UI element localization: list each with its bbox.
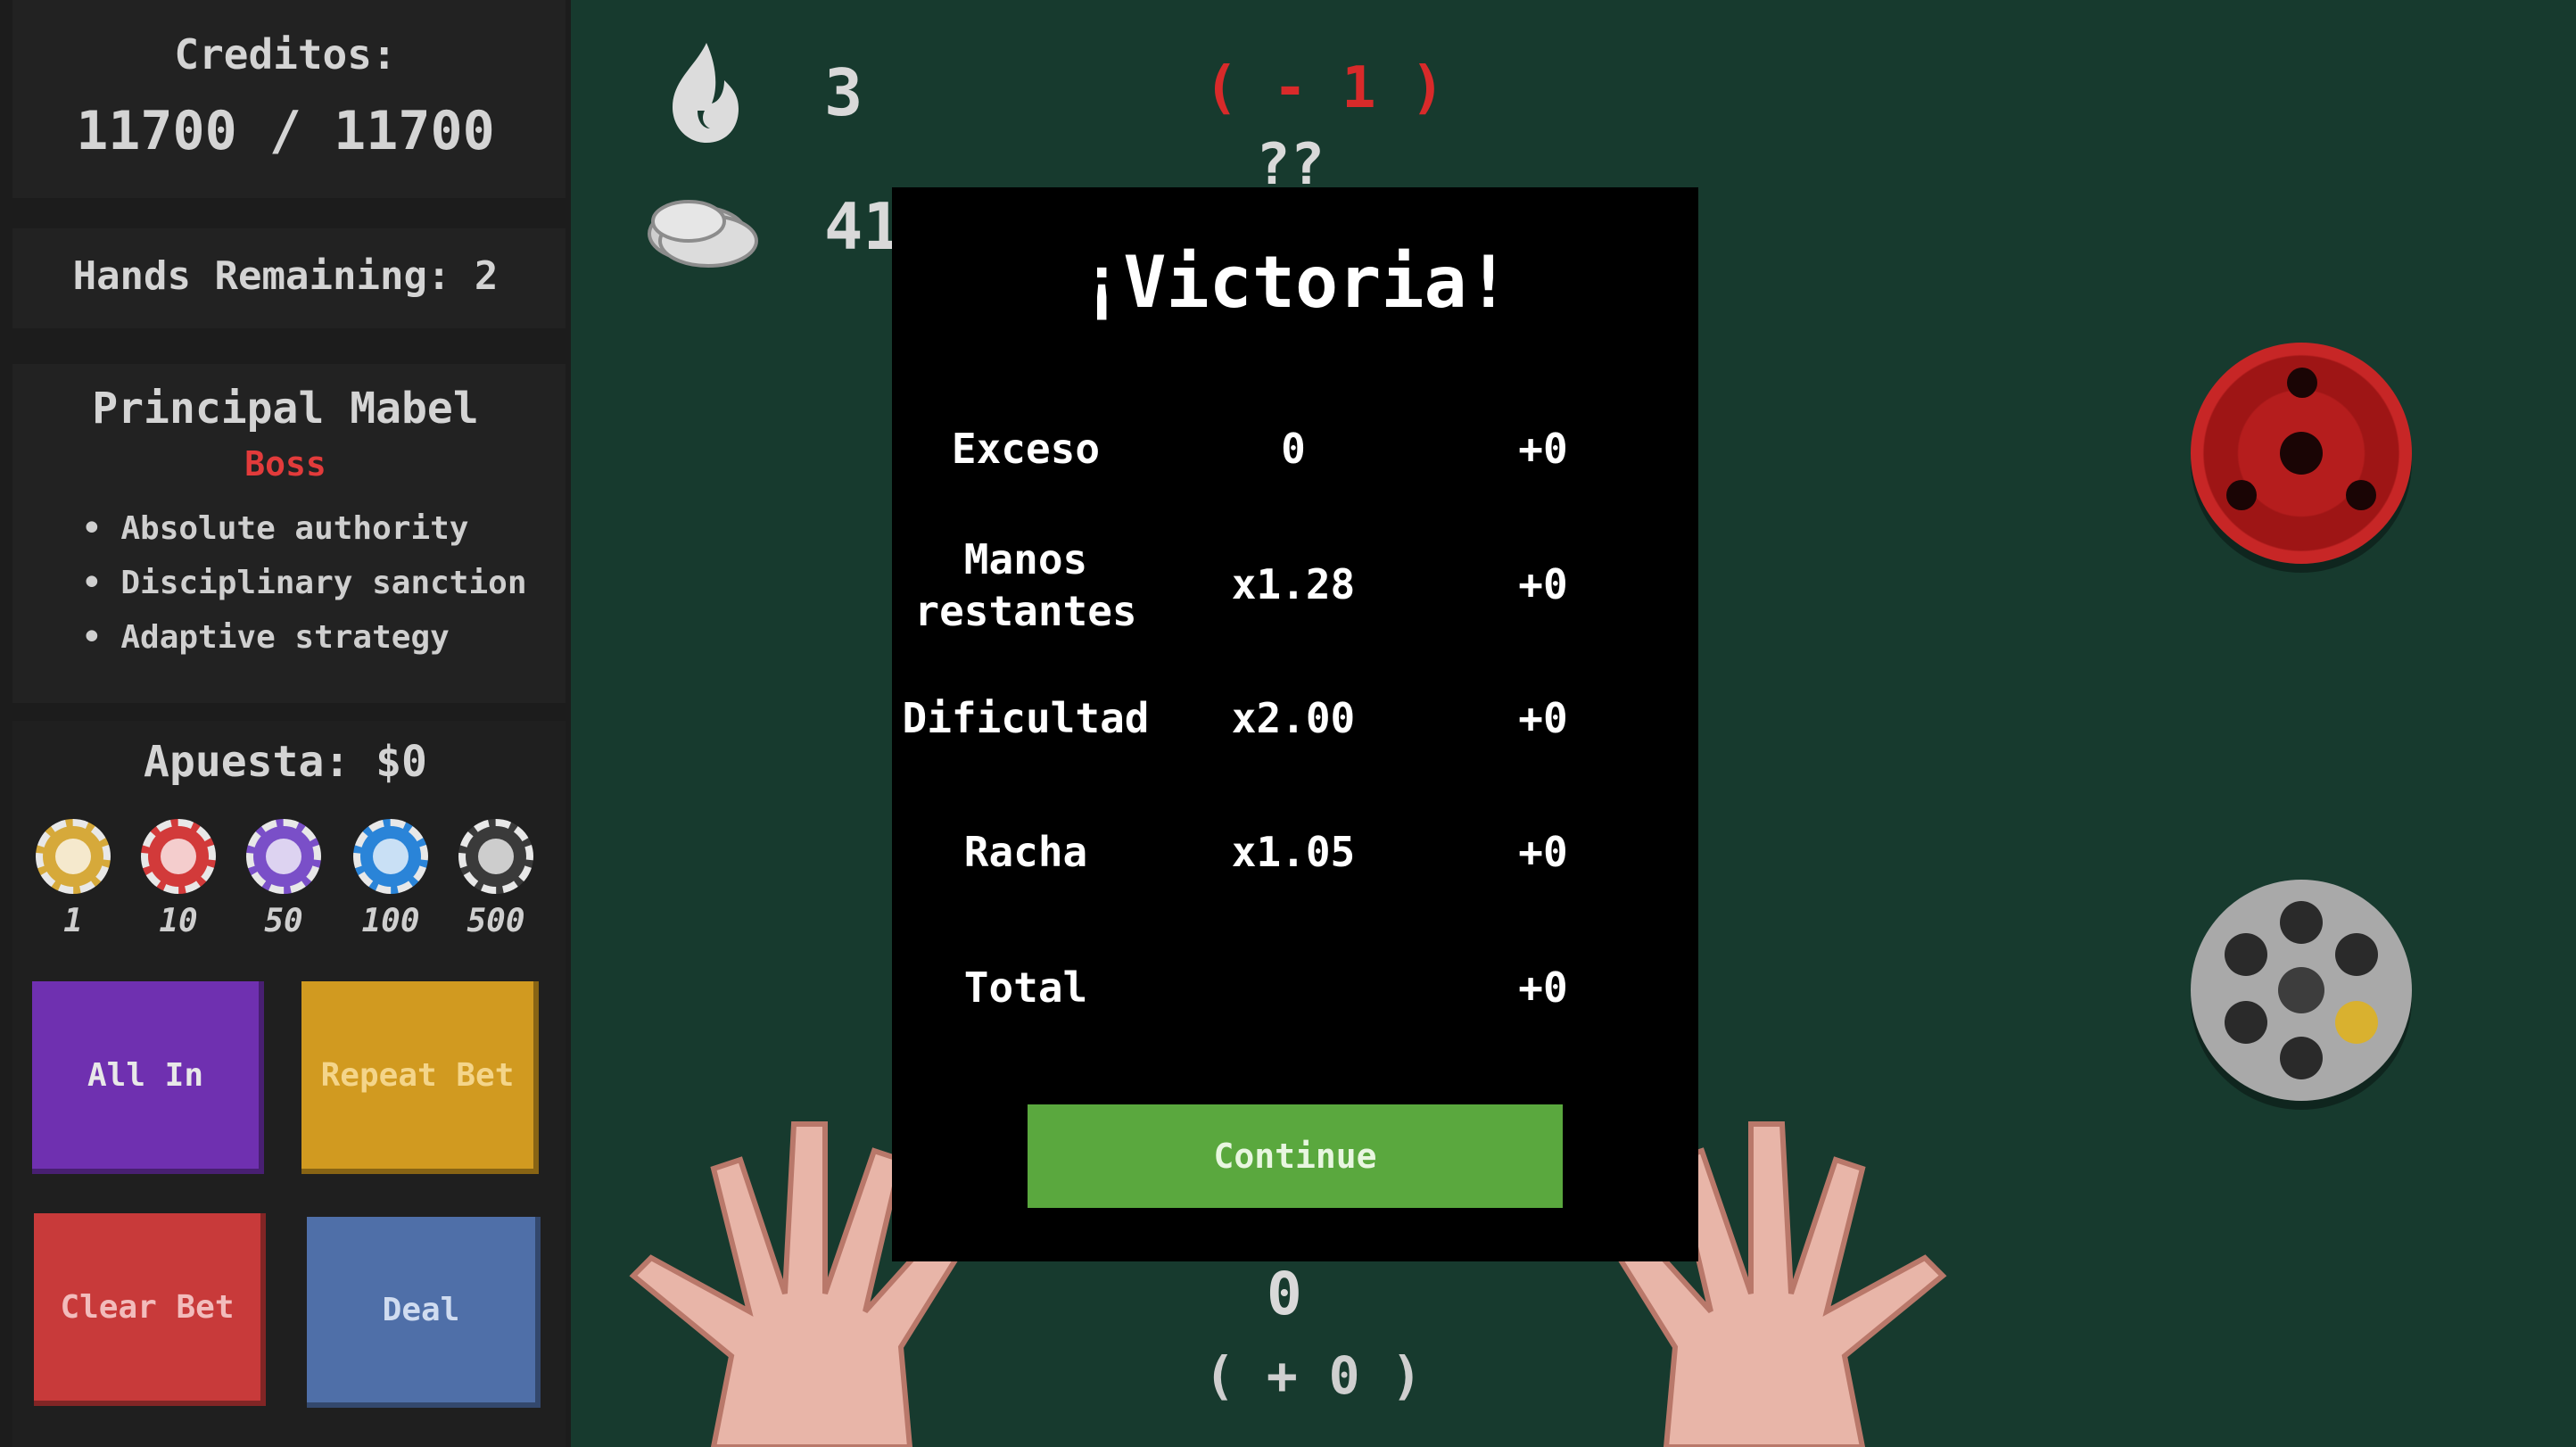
chip-label: 50 xyxy=(264,903,303,939)
coins-icon xyxy=(648,200,758,268)
row-label: Total xyxy=(963,963,1088,1012)
modal-title: ¡Victoria! xyxy=(1080,241,1510,324)
row-bonus: +0 xyxy=(1518,694,1568,742)
row-label: Dificultad xyxy=(902,694,1150,742)
row-multiplier: x2.00 xyxy=(1231,694,1356,742)
row-label: Manos restantes xyxy=(914,535,1137,635)
hands-remaining: Hands Remaining: 2 xyxy=(72,253,499,299)
sharingan-icon[interactable] xyxy=(2191,343,2412,564)
all-in-button[interactable]: All In xyxy=(32,981,264,1174)
chip-label: 1 xyxy=(63,903,83,939)
chip-label: 100 xyxy=(361,903,420,939)
bet-total-delta: ( + 0 ) xyxy=(1204,1345,1423,1406)
row-bonus: +0 xyxy=(1518,963,1568,1012)
credits-label: Creditos: xyxy=(174,30,397,79)
boss-name: Principal Mabel xyxy=(92,384,479,434)
row-multiplier: 0 xyxy=(1281,425,1306,473)
boss-trait: • Absolute authority xyxy=(82,510,469,547)
row-multiplier: x1.28 xyxy=(1231,560,1356,608)
flame-icon xyxy=(673,43,739,143)
coins-value: 41 xyxy=(824,189,902,264)
credits-value: 11700 / 11700 xyxy=(76,100,495,162)
repeat-bet-button[interactable]: Repeat Bet xyxy=(301,981,539,1174)
victory-modal: ¡Victoria! Exceso 0 +0 Manos restantes x… xyxy=(892,187,1698,1261)
row-bonus: +0 xyxy=(1518,828,1568,876)
revolver-cylinder-icon[interactable] xyxy=(2191,880,2412,1101)
chip-1[interactable] xyxy=(36,819,111,894)
bet-label: Apuesta: $0 xyxy=(144,737,427,787)
chip-500[interactable] xyxy=(458,819,533,894)
chip-10[interactable] xyxy=(141,819,216,894)
row-label: Exceso xyxy=(951,425,1101,473)
deal-button[interactable]: Deal xyxy=(307,1217,541,1408)
row-multiplier: x1.05 xyxy=(1231,828,1356,876)
chip-100[interactable] xyxy=(353,819,428,894)
row-label: Racha xyxy=(963,828,1088,876)
clear-bet-button[interactable]: Clear Bet xyxy=(34,1213,266,1406)
chip-label: 500 xyxy=(466,903,525,939)
bet-total-value: 0 xyxy=(1267,1260,1302,1328)
continue-button[interactable]: Continue xyxy=(1028,1104,1563,1208)
sidebar: Creditos: 11700 / 11700 Hands Remaining:… xyxy=(0,0,571,1447)
row-bonus: +0 xyxy=(1518,425,1568,473)
chip-label: 10 xyxy=(159,903,198,939)
boss-tag: Boss xyxy=(244,444,326,484)
boss-trait: • Adaptive strategy xyxy=(82,619,450,656)
row-bonus: +0 xyxy=(1518,560,1568,608)
streak-value: 3 xyxy=(824,55,863,130)
penalty-indicator: ( - 1 ) xyxy=(1204,55,1445,121)
boss-traits: • Absolute authority • Disciplinary sanc… xyxy=(82,510,527,674)
boss-trait: • Disciplinary sanction xyxy=(82,565,527,601)
game-screen: Creditos: 11700 / 11700 Hands Remaining:… xyxy=(0,0,2576,1447)
chip-50[interactable] xyxy=(246,819,321,894)
